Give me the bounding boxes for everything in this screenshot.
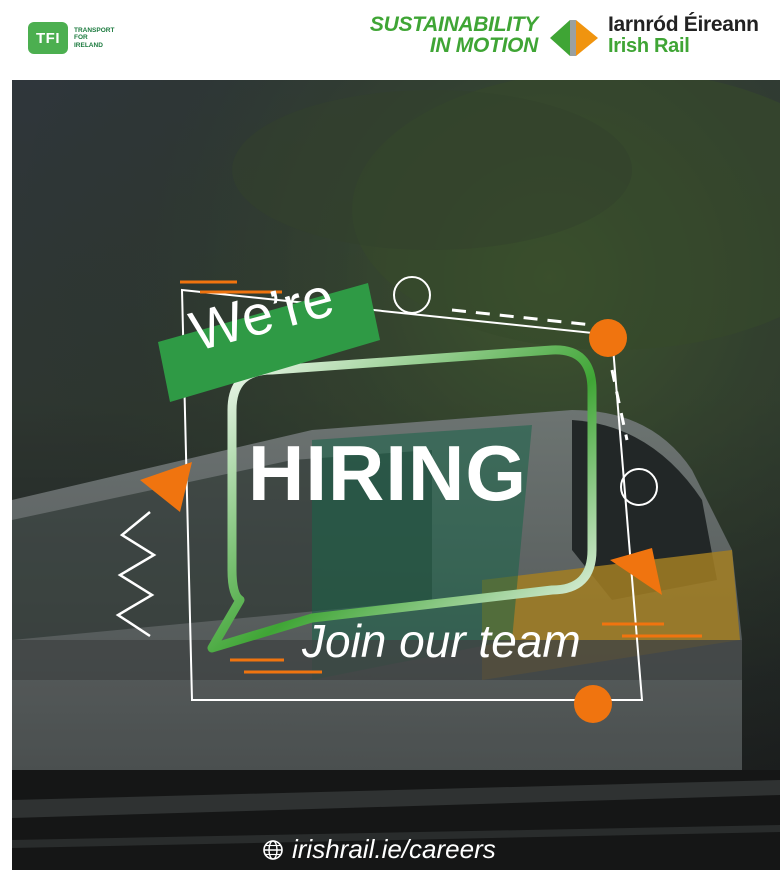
globe-icon: [263, 839, 283, 860]
tfi-badge: TFI: [28, 22, 68, 54]
slogan-line: SUSTAINABILITY: [369, 13, 538, 36]
tfi-line: IRELAND: [74, 41, 103, 49]
slogan-line: IN MOTION: [429, 34, 538, 57]
careers-link[interactable]: irishrail.ie/careers: [262, 834, 496, 865]
careers-url: irishrail.ie/careers: [292, 834, 496, 864]
tfi-wordmark: TRANSPORT FOR IRELAND: [74, 27, 134, 50]
tfi-logo: TFI TRANSPORT FOR IRELAND: [28, 22, 134, 54]
orange-dot: [574, 685, 612, 723]
join-text: Join our team: [302, 615, 581, 667]
poster-image: We’re HIRING Join our team irishrail.ie/…: [12, 80, 780, 870]
tfi-line: TRANSPORT: [74, 26, 115, 34]
sustainability-slogan: SUSTAINABILITY IN MOTION: [338, 14, 538, 56]
orange-dot: [589, 319, 627, 357]
header-bar: TFI TRANSPORT FOR IRELAND SUSTAINABILITY…: [0, 0, 780, 80]
irish-rail-arrow-icon: [550, 20, 598, 56]
hiring-text: HIRING: [248, 429, 527, 517]
tfi-line: FOR: [74, 34, 88, 42]
iarnrod-eireann-name: Iarnród Éireann: [608, 13, 759, 36]
irish-rail-name: Irish Rail: [608, 35, 690, 57]
irish-rail-wordmark: Iarnród Éireann Irish Rail: [608, 13, 759, 57]
